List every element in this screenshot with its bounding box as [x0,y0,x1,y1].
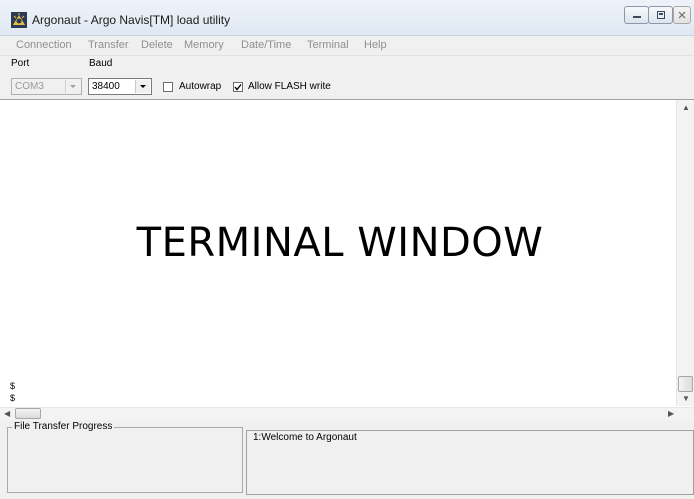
checkmark-icon [234,84,242,91]
scroll-down-icon[interactable]: ▼ [682,394,690,403]
baud-label: Baud [89,58,113,69]
maximize-button[interactable] [648,6,673,24]
menu-help[interactable]: Help [364,39,387,51]
restore-icon [656,11,665,19]
minimize-icon [632,16,641,18]
autowrap-checkbox[interactable] [163,82,173,92]
terminal-window[interactable]: TERMINAL WINDOW $ $ ▲ ▼ [0,99,694,407]
window-title: Argonaut - Argo Navis[TM] load utility [32,13,231,27]
scroll-up-icon[interactable]: ▲ [682,103,690,112]
title-bar[interactable]: Argonaut - Argo Navis[TM] load utility [0,0,694,36]
menu-delete[interactable]: Delete [141,39,173,51]
terminal-line: $ [10,381,16,391]
menu-connection[interactable]: Connection [16,39,72,51]
scroll-left-icon[interactable]: ◀ [4,409,10,418]
file-transfer-progress-group [7,427,243,493]
terminal-line: $ [10,393,16,403]
autowrap-label: Autowrap [179,81,222,92]
allow-flash-label: Allow FLASH write [248,81,331,92]
close-button[interactable] [673,6,691,24]
menu-datetime[interactable]: Date/Time [241,39,291,51]
port-value: COM3 [15,81,44,92]
close-icon [678,11,686,19]
baud-select[interactable]: 38400 [88,78,152,95]
menu-bar: Connection Transfer Delete Memory Date/T… [0,36,694,54]
vertical-scrollbar[interactable]: ▲ ▼ [676,100,694,406]
menu-transfer[interactable]: Transfer [88,39,129,51]
app-icon [11,12,27,28]
minimize-button[interactable] [624,6,649,24]
allow-flash-checkbox[interactable] [233,82,243,92]
horizontal-scrollbar[interactable]: ◀ ▶ [0,407,694,420]
vertical-scroll-thumb[interactable] [678,376,693,392]
port-select[interactable]: COM3 [11,78,82,95]
chevron-down-icon [135,80,150,93]
terminal-placeholder: TERMINAL WINDOW [136,220,544,266]
baud-value: 38400 [92,81,120,92]
status-message: 1:Welcome to Argonaut [253,432,357,443]
scroll-right-icon[interactable]: ▶ [668,409,674,418]
horizontal-scroll-thumb[interactable] [15,408,41,419]
menu-terminal[interactable]: Terminal [307,39,349,51]
port-label: Port [11,58,30,69]
menu-memory[interactable]: Memory [184,39,224,51]
connection-toolbar: Port Baud COM3 38400 Autowrap Allow FLAS… [0,55,694,101]
chevron-down-icon [65,80,80,93]
file-transfer-progress-label: File Transfer Progress [12,421,115,432]
